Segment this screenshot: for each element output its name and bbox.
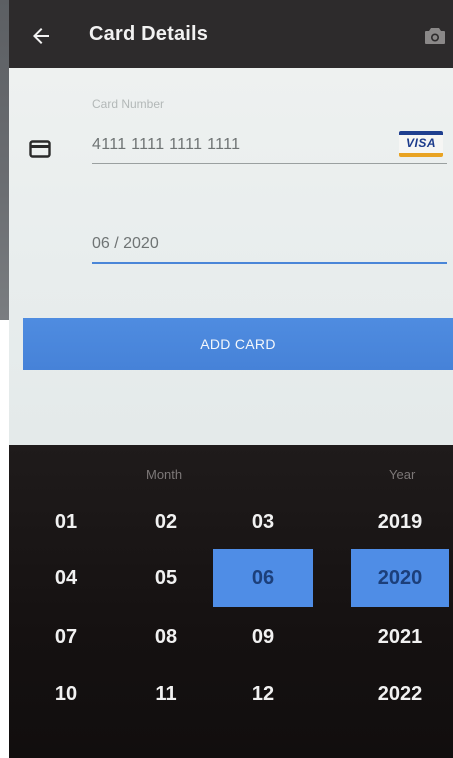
year-option-2022[interactable]: 2022 — [351, 665, 449, 723]
year-option-2021[interactable]: 2021 — [351, 608, 449, 666]
app-bar: Card Details — [9, 0, 453, 68]
month-option-05[interactable]: 05 — [116, 549, 216, 607]
card-number-underline — [92, 163, 447, 164]
month-option-01[interactable]: 01 — [16, 493, 116, 551]
month-option-04[interactable]: 04 — [16, 549, 116, 607]
expiry-picker: Month Year 01 02 03 04 05 06 07 08 09 10 11 12 2019 2… — [9, 445, 453, 758]
month-option-10[interactable]: 10 — [16, 665, 116, 723]
add-card-button[interactable]: ADD CARD — [23, 318, 453, 370]
year-option-2019[interactable]: 2019 — [351, 493, 449, 551]
year-column-header: Year — [389, 467, 416, 482]
month-option-08[interactable]: 08 — [116, 608, 216, 666]
month-option-02[interactable]: 02 — [116, 493, 216, 551]
page-title: Card Details — [89, 23, 209, 45]
back-arrow-icon[interactable] — [29, 24, 53, 48]
month-option-03[interactable]: 03 — [213, 493, 313, 551]
month-option-07[interactable]: 07 — [16, 608, 116, 666]
month-option-09[interactable]: 09 — [213, 608, 313, 666]
month-column-header: Month — [146, 467, 183, 482]
card-brand-text: VISA — [405, 136, 436, 150]
visa-logo-icon: VISA — [399, 131, 443, 157]
card-number-field[interactable]: 4111 1111 1111 1111 — [92, 136, 240, 154]
credit-card-icon — [29, 140, 51, 158]
card-form: Card Number 4111 1111 1111 1111 VISA 06 … — [9, 68, 453, 445]
month-option-06[interactable]: 06 — [213, 549, 313, 607]
phone-screen: Card Details Card Number 4111 1111 1111 … — [9, 0, 453, 758]
month-option-11[interactable]: 11 — [116, 665, 216, 723]
expiry-underline — [92, 262, 447, 264]
left-background-strip — [0, 0, 9, 320]
camera-icon[interactable] — [424, 26, 446, 46]
month-option-12[interactable]: 12 — [213, 665, 313, 723]
expiry-date-field[interactable]: 06 / 2020 — [92, 235, 159, 253]
year-option-2020[interactable]: 2020 — [351, 549, 449, 607]
card-number-label: Card Number — [92, 97, 165, 111]
